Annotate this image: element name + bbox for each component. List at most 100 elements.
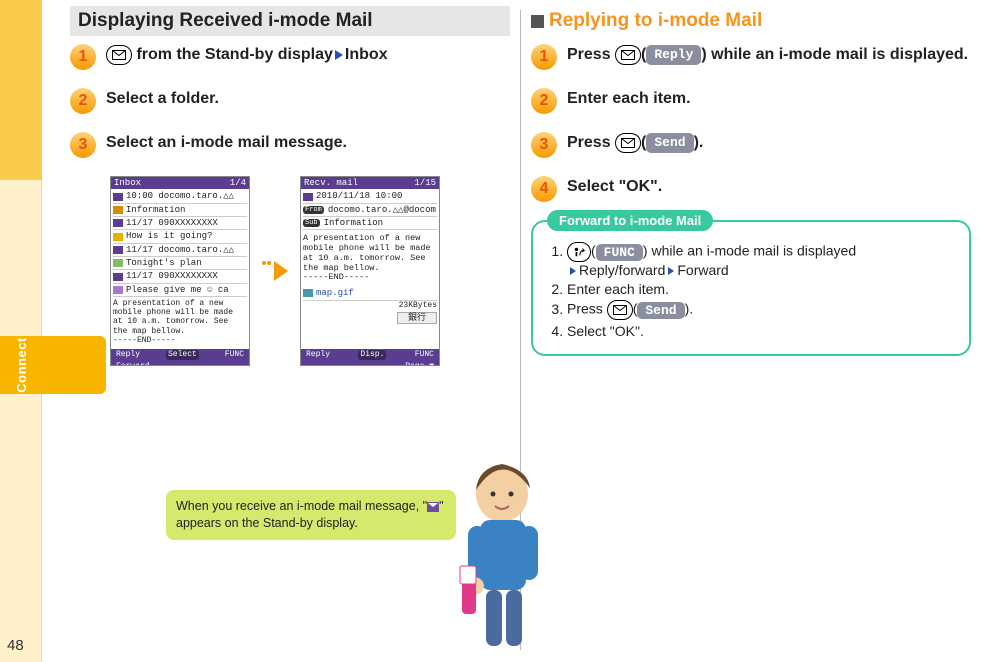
- attach-text: map.gif: [316, 288, 354, 298]
- step-text: Select a folder.: [106, 88, 219, 110]
- step1-text-a: Press: [567, 46, 615, 63]
- row-text: How is it going?: [126, 231, 212, 241]
- screen-body: 10:00 docomo.taro.△△ Information 11/17 0…: [111, 189, 249, 349]
- step-badge: 4: [531, 176, 557, 202]
- fwd1-text-c: Forward: [677, 262, 728, 278]
- fwd3-text-a: Press: [567, 301, 607, 317]
- mail-icon: [113, 246, 123, 254]
- transition-arrow: [262, 261, 288, 281]
- face-icon: [113, 286, 123, 294]
- step1-text-b: Inbox: [345, 46, 388, 63]
- step-badge: 2: [531, 88, 557, 114]
- step-num-3: 3: [79, 136, 88, 154]
- right-step-3: 3 Press (Send).: [531, 132, 971, 158]
- right-step-1: 1 Press (Reply) while an i-mode mail is …: [531, 44, 971, 70]
- mail-icon: [607, 300, 633, 320]
- step-text: Press (Send).: [567, 132, 703, 154]
- softkey-reply: Reply: [304, 350, 332, 359]
- softkey-bar2: Page ▼: [301, 361, 439, 366]
- phone-screen-inbox: Inbox 1/4 10:00 docomo.taro.△△ Informati…: [110, 176, 250, 366]
- size-text: 23KBytes: [303, 301, 437, 310]
- page-number: 48: [7, 637, 24, 654]
- step-num-2: 2: [540, 92, 549, 110]
- func-softkey: FUNC: [596, 244, 643, 261]
- list-item: How is it going?: [113, 230, 247, 243]
- face-icon: [113, 233, 123, 241]
- screen-counter: 1/15: [414, 178, 436, 188]
- mail-icon: [615, 45, 641, 65]
- arrow-icon: [668, 267, 674, 275]
- note-icon: [113, 259, 123, 267]
- step-num-1: 1: [79, 48, 88, 66]
- from-label: From: [303, 206, 324, 214]
- row-text: Please give me ☺ ca: [126, 285, 229, 295]
- row-text: 11/17 090XXXXXXXX: [126, 271, 218, 281]
- step-num-2: 2: [79, 92, 88, 110]
- softkey-reply: Reply: [114, 350, 142, 359]
- screen-title: Recv. mail: [304, 178, 358, 188]
- fwd-step-3: Press (Send).: [567, 300, 955, 320]
- forward-box-title: Forward to i-mode Mail: [547, 210, 713, 231]
- step-badge: 1: [70, 44, 96, 70]
- step3-text-b: .: [699, 134, 703, 151]
- section-tab-label: Connect: [14, 337, 29, 393]
- softkey-forward: Forward: [114, 362, 152, 366]
- softkey-bar2: Forward: [111, 361, 249, 366]
- step-num-3: 3: [540, 136, 549, 154]
- right-column: Replying to i-mode Mail 1 Press (Reply) …: [521, 0, 981, 662]
- left-title-text: Displaying Received i-mode Mail: [78, 10, 373, 32]
- left-column: Displaying Received i-mode Mail 1 from t…: [60, 0, 520, 662]
- tip-text-a: When you receive an i-mode mail message,…: [176, 499, 427, 513]
- row-text: Information: [126, 205, 185, 215]
- screen-title: Inbox: [114, 178, 141, 188]
- send-softkey: Send: [637, 302, 684, 319]
- character-illustration: [440, 450, 570, 650]
- sub-row: SubInformation: [303, 217, 437, 230]
- softkey-bar: Reply Disp. FUNC: [301, 349, 439, 360]
- reply-softkey: Reply: [646, 45, 701, 65]
- message-body: A presentation of a new mobile phone wil…: [303, 230, 437, 287]
- softkey-disp: Disp.: [358, 350, 386, 359]
- fwd-step-4: Select "OK".: [567, 323, 955, 339]
- screen-counter: 1/4: [230, 178, 246, 188]
- square-bullet-icon: [531, 15, 544, 28]
- side-accent: [0, 0, 42, 180]
- screenshots: Inbox 1/4 10:00 docomo.taro.△△ Informati…: [110, 176, 510, 366]
- list-item: Information: [113, 204, 247, 217]
- step-text: Select "OK".: [567, 176, 662, 198]
- softkey-select: Select: [166, 350, 199, 359]
- tip-bubble: When you receive an i-mode mail message,…: [166, 490, 456, 540]
- list-item: 11/17 090XXXXXXXX: [113, 217, 247, 230]
- step-text: Enter each item.: [567, 88, 691, 110]
- date-row: 2010/11/18 10:00: [303, 190, 437, 203]
- left-step-3: 3 Select an i-mode mail message.: [70, 132, 510, 158]
- step1-text-b: while an i-mode mail is displayed.: [707, 46, 968, 63]
- arrow-icon: [335, 50, 343, 60]
- row-text: 10:00 docomo.taro.△△: [126, 191, 234, 201]
- send-softkey: Send: [646, 133, 693, 153]
- sub-label: Sub: [303, 219, 320, 227]
- phone-screen-message: Recv. mail 1/15 2010/11/18 10:00 Fromdoc…: [300, 176, 440, 366]
- softkey-func: FUNC: [223, 350, 246, 359]
- right-step-4: 4 Select "OK".: [531, 176, 971, 202]
- step1-text-a: from the Stand-by display: [132, 46, 333, 63]
- step3-text-a: Press: [567, 134, 615, 151]
- preview-text: A presentation of a new mobile phone wil…: [113, 297, 247, 347]
- list-item: 11/17 090XXXXXXXX: [113, 270, 247, 283]
- softkey-bar: Reply Select FUNC: [111, 349, 249, 360]
- right-title-text: Replying to i-mode Mail: [549, 10, 762, 32]
- left-step-1: 1 from the Stand-by display Inbox: [70, 44, 510, 70]
- i-key-icon: [567, 242, 591, 262]
- mail-icon: [113, 273, 123, 281]
- row-text: 11/17 090XXXXXXXX: [126, 218, 218, 228]
- screen-body: 2010/11/18 10:00 Fromdocomo.taro.△△@doco…: [301, 189, 439, 349]
- list-item: Tonight's plan: [113, 257, 247, 270]
- map-thumb: 銀行: [397, 312, 437, 324]
- step-text: Press (Reply) while an i-mode mail is di…: [567, 44, 968, 66]
- forward-steps: (FUNC) while an i-mode mail is displayed…: [547, 242, 955, 339]
- left-title: Displaying Received i-mode Mail: [70, 6, 510, 36]
- mail-icon: [113, 219, 123, 227]
- forward-box: Forward to i-mode Mail (FUNC) while an i…: [531, 220, 971, 356]
- mail-icon: [427, 502, 439, 512]
- mail-icon: [303, 193, 313, 201]
